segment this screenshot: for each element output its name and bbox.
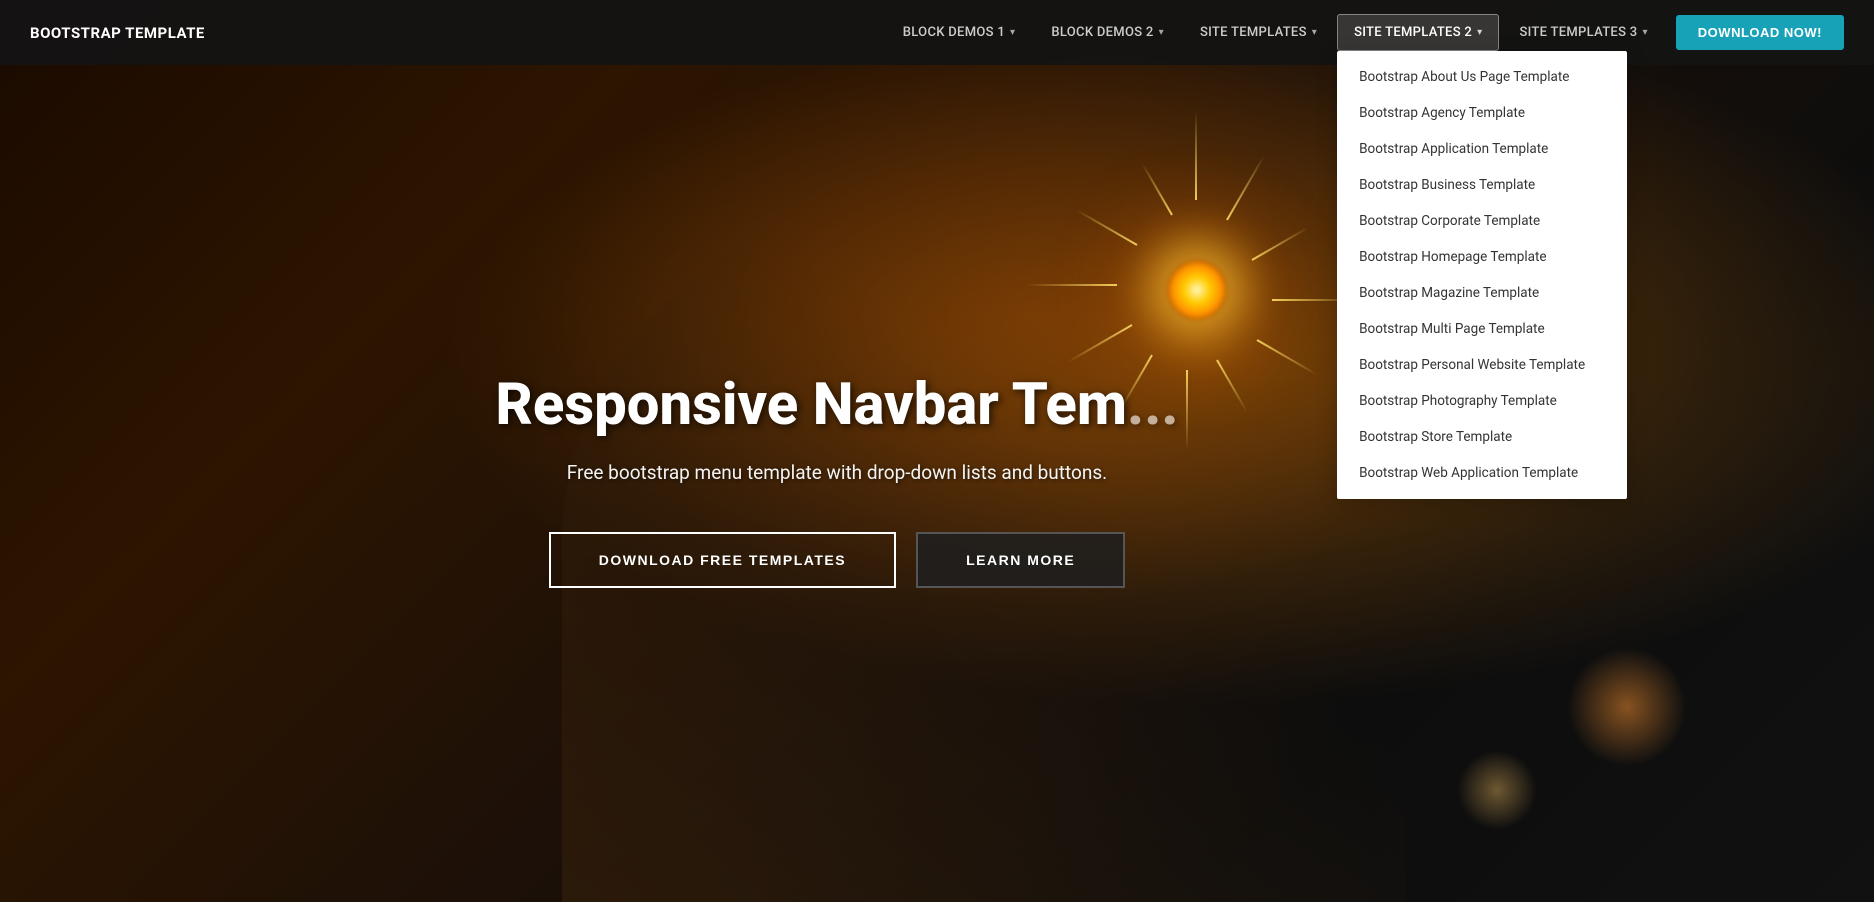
dropdown-item-store[interactable]: Bootstrap Store Template [1337, 419, 1627, 455]
dropdown-item-application[interactable]: Bootstrap Application Template [1337, 131, 1627, 167]
learn-more-button[interactable]: LEARN MORE [916, 532, 1125, 588]
nav-link-block-demos-1[interactable]: BLOCK DEMOS 1 ▾ [887, 15, 1032, 50]
chevron-down-icon: ▾ [1312, 27, 1317, 38]
hero-content: Responsive Navbar Tem... Free bootstrap … [455, 374, 1218, 589]
chevron-down-icon: ▾ [1010, 27, 1015, 38]
nav-item-block-demos-1: BLOCK DEMOS 1 ▾ [887, 15, 1032, 50]
nav-link-site-templates-2[interactable]: SITE TEMPLATES 2 ▾ [1337, 14, 1499, 51]
dropdown-item-corporate[interactable]: Bootstrap Corporate Template [1337, 203, 1627, 239]
dropdown-item-multi-page[interactable]: Bootstrap Multi Page Template [1337, 311, 1627, 347]
nav-item-site-templates-3: SITE TEMPLATES 3 ▾ [1503, 15, 1663, 50]
nav-link-block-demos-2[interactable]: BLOCK DEMOS 2 ▾ [1035, 15, 1180, 50]
dropdown-item-about-us[interactable]: Bootstrap About Us Page Template [1337, 59, 1627, 95]
chevron-down-icon: ▾ [1642, 27, 1647, 38]
nav-item-site-templates-2: SITE TEMPLATES 2 ▾ Bootstrap About Us Pa… [1337, 14, 1499, 51]
brand-logo[interactable]: BOOTSTRAP TEMPLATE [30, 24, 205, 42]
download-free-templates-button[interactable]: DOWNLOAD FREE TEMPLATES [549, 532, 896, 588]
chevron-down-icon: ▾ [1477, 27, 1482, 38]
nav-link-site-templates-3[interactable]: SITE TEMPLATES 3 ▾ [1503, 15, 1663, 50]
dropdown-item-homepage[interactable]: Bootstrap Homepage Template [1337, 239, 1627, 275]
download-now-button[interactable]: DOWNLOAD NOW! [1676, 15, 1844, 50]
light-spot-1 [1567, 647, 1687, 767]
hero-buttons: DOWNLOAD FREE TEMPLATES LEARN MORE [495, 532, 1178, 588]
site-templates-2-dropdown: Bootstrap About Us Page Template Bootstr… [1337, 51, 1627, 499]
hero-subtitle: Free bootstrap menu template with drop-d… [495, 461, 1178, 484]
nav-links: BLOCK DEMOS 1 ▾ BLOCK DEMOS 2 ▾ SITE TEM… [887, 14, 1844, 51]
nav-link-site-templates[interactable]: SITE TEMPLATES ▾ [1184, 15, 1333, 50]
dropdown-item-web-application[interactable]: Bootstrap Web Application Template [1337, 455, 1627, 491]
hero-title: Responsive Navbar Tem... [495, 374, 1178, 438]
dropdown-item-business[interactable]: Bootstrap Business Template [1337, 167, 1627, 203]
dropdown-item-agency[interactable]: Bootstrap Agency Template [1337, 95, 1627, 131]
dropdown-item-photography[interactable]: Bootstrap Photography Template [1337, 383, 1627, 419]
navbar: BOOTSTRAP TEMPLATE BLOCK DEMOS 1 ▾ BLOCK… [0, 0, 1874, 65]
nav-item-block-demos-2: BLOCK DEMOS 2 ▾ [1035, 15, 1180, 50]
dropdown-item-magazine[interactable]: Bootstrap Magazine Template [1337, 275, 1627, 311]
nav-item-site-templates: SITE TEMPLATES ▾ [1184, 15, 1333, 50]
light-spot-2 [1457, 750, 1537, 830]
dropdown-item-personal-website[interactable]: Bootstrap Personal Website Template [1337, 347, 1627, 383]
chevron-down-icon: ▾ [1159, 27, 1164, 38]
